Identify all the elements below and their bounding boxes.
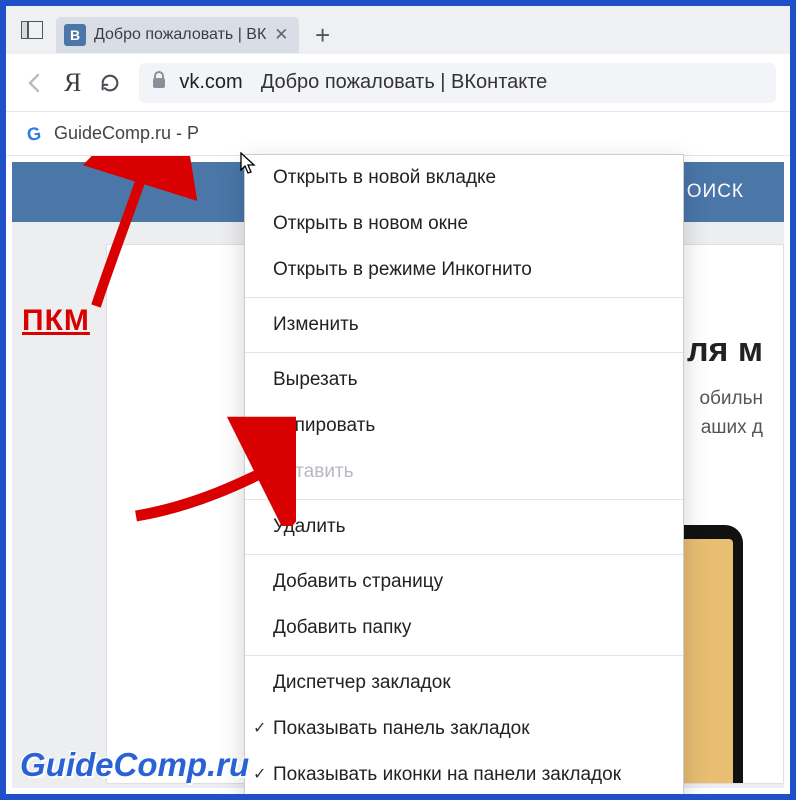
ctx-sep	[245, 655, 683, 656]
cursor-icon	[240, 152, 258, 180]
address-bar[interactable]: vk.com Добро пожаловать | ВКонтакте	[139, 63, 776, 103]
tab-title: Добро пожаловать | ВК	[94, 26, 266, 44]
vk-heading: ля м	[687, 331, 763, 370]
yandex-logo-icon[interactable]: Я	[64, 68, 81, 98]
tab-strip: B Добро пожаловать | ВК ✕ +	[6, 6, 790, 54]
ctx-sep	[245, 352, 683, 353]
context-menu: Открыть в новой вкладке Открыть в новом …	[244, 154, 684, 799]
reload-button[interactable]	[95, 68, 125, 98]
sidebar-toggle-icon[interactable]	[14, 15, 50, 45]
annotation-arrow-delete-icon	[126, 416, 296, 526]
ctx-sep	[245, 297, 683, 298]
ctx-copy[interactable]: Копировать	[245, 403, 683, 449]
ctx-show-bookmark-icons[interactable]: Показывать иконки на панели закладок	[245, 752, 683, 798]
watermark: GuideComp.ru	[20, 746, 249, 784]
ctx-sep	[245, 554, 683, 555]
ctx-paste: Вставить	[245, 449, 683, 495]
vk-search-label: ОИСК	[687, 181, 744, 203]
annotation-arrow-up-icon	[76, 156, 226, 326]
ctx-show-bookmarks-bar[interactable]: Показывать панель закладок	[245, 706, 683, 752]
toolbar: Я vk.com Добро пожаловать | ВКонтакте	[6, 54, 790, 112]
ctx-sep	[245, 499, 683, 500]
vk-subtext: обильн аших д	[699, 385, 763, 442]
new-tab-button[interactable]: +	[305, 17, 341, 53]
ctx-bookmark-manager[interactable]: Диспетчер закладок	[245, 660, 683, 706]
vk-favicon-icon: B	[64, 24, 86, 46]
bookmarks-bar: GuideComp.ru - Р	[6, 112, 790, 156]
ctx-cut[interactable]: Вырезать	[245, 357, 683, 403]
lock-icon	[151, 71, 167, 94]
ctx-open-new-window[interactable]: Открыть в новом окне	[245, 201, 683, 247]
tab-vk[interactable]: B Добро пожаловать | ВК ✕	[56, 17, 299, 53]
back-button[interactable]	[20, 68, 50, 98]
ctx-add-folder[interactable]: Добавить папку	[245, 605, 683, 651]
ctx-open-incognito[interactable]: Открыть в режиме Инкогнито	[245, 247, 683, 293]
tab-close-icon[interactable]: ✕	[274, 25, 288, 45]
ctx-edit[interactable]: Изменить	[245, 302, 683, 348]
browser-window: B Добро пожаловать | ВК ✕ + Я vk.com Доб…	[0, 0, 796, 800]
address-title: Добро пожаловать | ВКонтакте	[261, 71, 548, 94]
ctx-open-new-tab[interactable]: Открыть в новой вкладке	[245, 155, 683, 201]
bookmark-item[interactable]: GuideComp.ru - Р	[54, 123, 199, 144]
ctx-delete[interactable]: Удалить	[245, 504, 683, 550]
ctx-add-page[interactable]: Добавить страницу	[245, 559, 683, 605]
bookmark-favicon-icon	[22, 122, 45, 145]
address-domain: vk.com	[179, 71, 242, 94]
